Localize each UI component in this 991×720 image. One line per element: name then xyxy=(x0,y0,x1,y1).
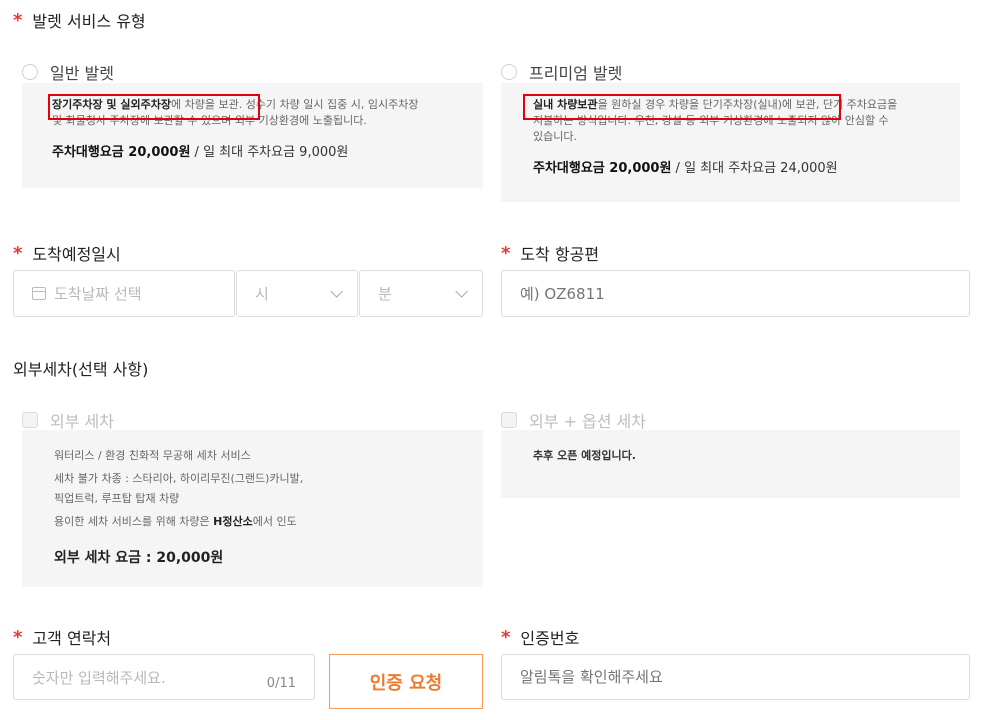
required-mark: * xyxy=(501,242,511,264)
calendar-icon xyxy=(32,287,46,300)
phone-input[interactable]: 숫자만 입력해주세요. 0/11 xyxy=(13,654,315,700)
price-line: 주차대행요금 20,000원 / 일 최대 주차요금 9,000원 xyxy=(52,145,349,160)
radio-icon[interactable] xyxy=(501,64,517,80)
price-line: 주차대행요금 20,000원 / 일 최대 주차요금 24,000원 xyxy=(533,161,838,176)
section-title: 외부세차(선택 사항) xyxy=(13,360,149,379)
desc-line: 워터리스 / 환경 친화적 무공해 세차 서비스 xyxy=(54,449,251,462)
desc-line: 픽업트럭, 루프탑 탑재 차량 xyxy=(54,492,180,505)
chevron-down-icon xyxy=(330,285,343,298)
required-mark: * xyxy=(13,626,23,648)
radio-premium-valet[interactable]: 프리미엄 발렛 xyxy=(501,60,622,84)
desc-line: 지불하는 방식입니다. 우천, 강설 등 외부 기상환경에 노출되지 않아 안심… xyxy=(533,114,889,127)
required-mark: * xyxy=(501,626,511,648)
notice-text: 추후 오픈 예정입니다. xyxy=(533,449,636,462)
arrival-minute-select[interactable]: 분 xyxy=(359,270,483,317)
date-placeholder: 도착날짜 선택 xyxy=(54,285,142,303)
checkbox-label: 외부 + 옵션 세차 xyxy=(529,412,646,431)
arrival-date-picker[interactable]: 도착날짜 선택 xyxy=(13,270,235,317)
auth-code-title: * 인증번호 xyxy=(501,625,579,649)
section-title: 발렛 서비스 유형 xyxy=(32,12,146,31)
section-title: 도착 항공편 xyxy=(520,245,600,264)
request-auth-button[interactable]: 인증 요청 xyxy=(329,654,483,709)
desc-line: 실내 차량보관을 원하실 경우 차량을 단기주차장(실내)에 보관, 단기 주차… xyxy=(533,98,898,111)
contact-title: * 고객 연락처 xyxy=(13,625,111,649)
radio-label: 프리미엄 발렛 xyxy=(529,64,623,83)
phone-placeholder: 숫자만 입력해주세요. xyxy=(32,668,166,687)
general-valet-description: 장기주차장 및 실외주차장에 차량을 보관. 성수기 차량 일시 집중 시, 임… xyxy=(22,83,483,188)
required-mark: * xyxy=(13,9,23,31)
section-title: 도착예정일시 xyxy=(32,245,121,264)
desc-line: 장기주차장 및 실외주차장에 차량을 보관. 성수기 차량 일시 집중 시, 임… xyxy=(52,98,419,111)
checkbox-exterior-option-wash[interactable]: 외부 + 옵션 세차 xyxy=(501,408,646,432)
flight-title: * 도착 항공편 xyxy=(501,241,599,265)
arrival-hour-select[interactable]: 시 xyxy=(236,270,358,317)
price-line: 외부 세차 요금 : 20,000원 xyxy=(54,550,224,566)
chevron-down-icon xyxy=(455,285,468,298)
required-mark: * xyxy=(13,242,23,264)
hour-placeholder: 시 xyxy=(255,285,269,303)
checkbox-label: 외부 세차 xyxy=(50,412,114,431)
premium-valet-description: 실내 차량보관을 원하실 경우 차량을 단기주차장(실내)에 보관, 단기 주차… xyxy=(501,83,960,202)
checkbox-icon[interactable] xyxy=(501,412,517,428)
wash-title: 외부세차(선택 사항) xyxy=(13,356,148,380)
flight-number-input[interactable] xyxy=(501,270,970,317)
desc-line: 및 화물청사 주차장에 보관할 수 있으며 외부 기상환경에 노출됩니다. xyxy=(52,114,367,127)
checkbox-exterior-wash[interactable]: 외부 세차 xyxy=(22,408,114,432)
section-title: 인증번호 xyxy=(520,629,580,648)
radio-general-valet[interactable]: 일반 발렛 xyxy=(22,60,114,84)
radio-label: 일반 발렛 xyxy=(50,64,114,83)
valet-service-title: * 발렛 서비스 유형 xyxy=(13,8,146,32)
char-counter: 0/11 xyxy=(266,676,296,691)
desc-line: 있습니다. xyxy=(533,130,577,143)
section-title: 고객 연락처 xyxy=(32,629,112,648)
desc-line: 용이한 세차 서비스를 위해 차량은 H정산소에서 인도 xyxy=(54,515,297,528)
exterior-wash-description: 워터리스 / 환경 친화적 무공해 세차 서비스 세차 불가 차종 : 스타리아… xyxy=(22,430,483,587)
option-wash-description: 추후 오픈 예정입니다. xyxy=(501,430,960,498)
checkbox-icon[interactable] xyxy=(22,412,38,428)
auth-code-input[interactable] xyxy=(501,654,970,700)
radio-icon[interactable] xyxy=(22,64,38,80)
arrival-title: * 도착예정일시 xyxy=(13,241,121,265)
desc-line: 세차 불가 차종 : 스타리아, 하이리무진(그랜드)카니발, xyxy=(54,472,304,485)
minute-placeholder: 분 xyxy=(378,285,392,303)
